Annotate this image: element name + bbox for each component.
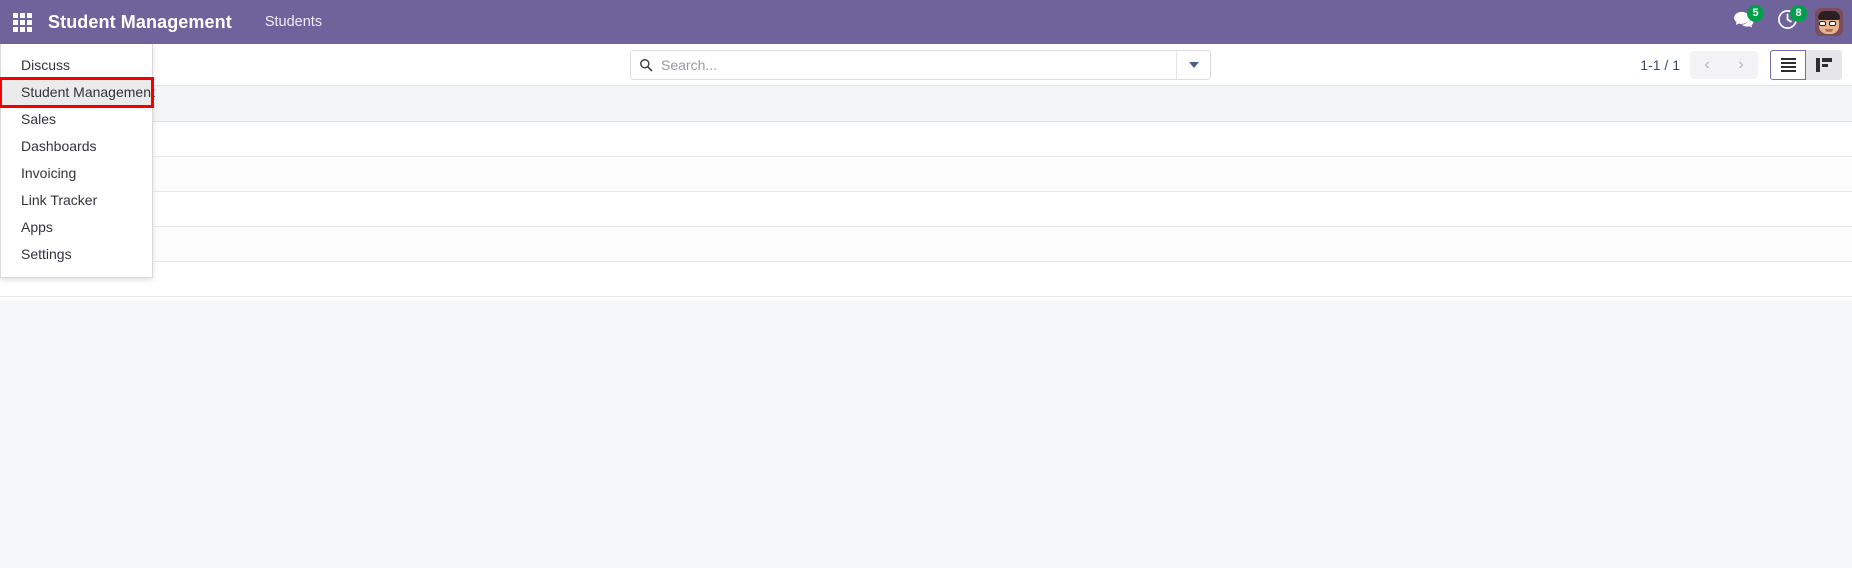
list-view-icon	[1780, 58, 1796, 72]
pager-next-button[interactable]: ›	[1724, 51, 1758, 79]
table-cell	[617, 191, 1234, 226]
control-panel: ds 1-1 / 1 ‹ ›	[0, 44, 1852, 86]
pager-count: 1-1 / 1	[1640, 57, 1680, 73]
activities-button[interactable]: 8	[1766, 0, 1809, 44]
menu-item-link-tracker[interactable]: Link Tracker	[1, 187, 152, 214]
page-background	[0, 300, 1852, 568]
systray: 5 8	[1722, 0, 1852, 44]
list-view-container	[0, 86, 1852, 300]
avatar[interactable]	[1815, 8, 1843, 36]
search-bar[interactable]	[630, 50, 1211, 80]
app-title: Student Management	[48, 11, 232, 32]
menu-item-apps[interactable]: Apps	[1, 214, 152, 241]
list-view-button[interactable]	[1770, 50, 1806, 80]
table-row[interactable]	[0, 226, 1852, 261]
table-cell	[617, 156, 1234, 191]
table-row[interactable]	[0, 261, 1852, 296]
search-input[interactable]	[661, 57, 1176, 73]
chevron-down-icon	[1188, 62, 1199, 68]
table-cell	[617, 226, 1234, 261]
nav-menu-students[interactable]: Students	[265, 14, 322, 30]
column-header	[1235, 86, 1852, 121]
top-navbar: Student Management Students 5 8	[0, 0, 1852, 44]
messages-badge: 5	[1747, 5, 1764, 22]
records-table	[0, 86, 1852, 297]
control-panel-right: 1-1 / 1 ‹ ›	[1640, 44, 1842, 86]
apps-menu-button[interactable]	[0, 0, 44, 44]
table-cell	[1235, 261, 1852, 296]
apps-dropdown-menu: Discuss Student Management Sales Dashboa…	[0, 44, 155, 278]
search-icon	[631, 58, 661, 72]
menu-item-sales[interactable]: Sales	[1, 106, 152, 133]
pager-previous-button[interactable]: ‹	[1690, 51, 1724, 79]
activities-badge: 8	[1790, 5, 1807, 22]
column-header	[617, 86, 1234, 121]
table-cell	[1235, 121, 1852, 156]
table-header-row	[0, 86, 1852, 121]
table-cell	[1235, 156, 1852, 191]
table-cell	[1235, 226, 1852, 261]
table-row[interactable]	[0, 121, 1852, 156]
grid-apps-icon	[12, 12, 32, 32]
menu-item-discuss[interactable]: Discuss	[1, 52, 152, 79]
search-options-toggle[interactable]	[1176, 51, 1210, 79]
kanban-view-button[interactable]	[1806, 50, 1842, 80]
table-cell	[617, 261, 1234, 296]
table-row[interactable]	[0, 156, 1852, 191]
messages-button[interactable]: 5	[1722, 0, 1766, 44]
kanban-view-icon	[1816, 58, 1832, 72]
table-cell	[1235, 191, 1852, 226]
table-cell	[617, 121, 1234, 156]
menu-item-settings[interactable]: Settings	[1, 241, 152, 268]
menu-item-dashboards[interactable]: Dashboards	[1, 133, 152, 160]
records-table-body	[0, 86, 1852, 296]
menu-item-invoicing[interactable]: Invoicing	[1, 160, 152, 187]
menu-item-student-management[interactable]: Student Management	[0, 77, 155, 108]
table-row[interactable]	[0, 191, 1852, 226]
